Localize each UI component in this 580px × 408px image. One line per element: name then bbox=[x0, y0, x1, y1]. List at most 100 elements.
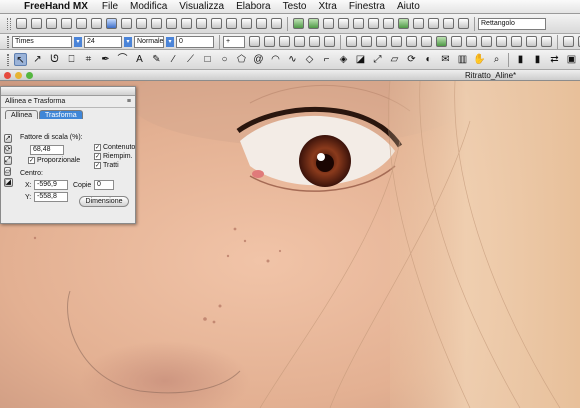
zoom-window-icon[interactable] bbox=[26, 71, 33, 79]
rotate-mode-icon[interactable]: ⟳ bbox=[4, 145, 12, 154]
connector-tool-icon[interactable]: ⌐ bbox=[320, 53, 333, 66]
menu-testo[interactable]: Testo bbox=[277, 1, 313, 12]
text-tool-icon[interactable]: A bbox=[133, 53, 146, 66]
menu-elabora[interactable]: Elabora bbox=[230, 1, 276, 12]
blend-tool-icon[interactable]: ◐ bbox=[422, 53, 435, 66]
align-icon[interactable] bbox=[383, 18, 394, 29]
print-icon[interactable] bbox=[91, 18, 102, 29]
toolbar-grip[interactable] bbox=[7, 53, 9, 66]
save-icon[interactable] bbox=[46, 18, 57, 29]
export-icon[interactable] bbox=[76, 18, 87, 29]
font-size-field[interactable]: 24 bbox=[84, 35, 122, 48]
text-wrap-icon[interactable] bbox=[346, 36, 357, 47]
subselect-tool-icon[interactable]: ↗ bbox=[31, 53, 44, 66]
crop-tool-icon[interactable]: ⌗ bbox=[82, 53, 95, 66]
combine-icon[interactable] bbox=[421, 36, 432, 47]
inset-path-icon[interactable] bbox=[406, 36, 417, 47]
tracking-field[interactable]: 0 bbox=[176, 35, 214, 48]
polygon-tool-icon[interactable]: ⬠ bbox=[235, 53, 248, 66]
library-icon[interactable] bbox=[458, 18, 469, 29]
import-icon[interactable] bbox=[61, 18, 72, 29]
proportional-checkbox[interactable]: ✓ Proporzionale bbox=[28, 157, 80, 164]
line-tool-icon[interactable]: ∕ bbox=[167, 53, 180, 66]
font-name-dropdown-icon[interactable]: ▾ bbox=[74, 36, 82, 47]
ungroup-icon[interactable] bbox=[211, 18, 222, 29]
panel-drag-bar[interactable] bbox=[1, 87, 135, 96]
flow-path-icon[interactable] bbox=[376, 36, 387, 47]
first-page-icon[interactable] bbox=[563, 36, 574, 47]
reflect-mode-icon[interactable]: ◪ bbox=[4, 178, 13, 187]
ellipse-tool-icon[interactable]: ○ bbox=[218, 53, 231, 66]
pencil-tool-icon[interactable]: ✎ bbox=[150, 53, 163, 66]
default-colors-icon[interactable]: ▣ bbox=[565, 53, 578, 66]
transform-icon[interactable] bbox=[368, 18, 379, 29]
menu-aiuto[interactable]: Aiuto bbox=[391, 1, 426, 12]
copies-input[interactable]: 0 bbox=[94, 180, 114, 190]
scale-tool-icon[interactable]: ⤢ bbox=[371, 53, 384, 66]
group-icon[interactable] bbox=[196, 18, 207, 29]
graphic-hose-icon[interactable] bbox=[481, 36, 492, 47]
rotate-tool-icon[interactable]: ⟳ bbox=[405, 53, 418, 66]
envelope-tool-icon[interactable]: ✉ bbox=[439, 53, 452, 66]
font-style-field[interactable]: Normale bbox=[134, 35, 164, 48]
tab-trasforma[interactable]: Trasforma bbox=[39, 110, 83, 119]
menu-xtra[interactable]: Xtra bbox=[313, 1, 343, 12]
convert-outline-icon[interactable] bbox=[391, 36, 402, 47]
freeform-tool-icon[interactable]: ∿ bbox=[286, 53, 299, 66]
copy-icon[interactable] bbox=[136, 18, 147, 29]
font-style-dropdown-icon[interactable]: ▾ bbox=[166, 36, 174, 47]
content-checkbox[interactable]: ✓ Contenuto bbox=[94, 144, 135, 151]
lasso-tool-icon[interactable]: ᘎ bbox=[48, 53, 61, 66]
y-input[interactable]: -558,8 bbox=[34, 192, 68, 202]
pie-icon[interactable] bbox=[308, 18, 319, 29]
scale-input[interactable]: 68,48 bbox=[30, 145, 64, 155]
perspective-tool-icon[interactable]: ▥ bbox=[456, 53, 469, 66]
skew-mode-icon[interactable]: ▱ bbox=[4, 167, 12, 176]
lock-icon[interactable] bbox=[226, 18, 237, 29]
scale-mode-icon[interactable]: ⤢ bbox=[4, 156, 12, 165]
bezigon-tool-icon[interactable]: ⌒ bbox=[116, 53, 129, 66]
tab-allinea[interactable]: Allinea bbox=[5, 110, 39, 119]
fill-color-icon[interactable]: ▮ bbox=[531, 53, 544, 66]
skew-tool-icon[interactable]: ▱ bbox=[388, 53, 401, 66]
align-right-icon[interactable] bbox=[279, 36, 290, 47]
dimension-button[interactable]: Dimensione bbox=[79, 196, 129, 207]
page-tool-icon[interactable]: ⎕ bbox=[65, 53, 78, 66]
app-menu[interactable]: FreeHand MX bbox=[20, 1, 96, 12]
minimize-window-icon[interactable] bbox=[15, 71, 22, 79]
smudge-icon[interactable] bbox=[541, 36, 552, 47]
fill-checkbox[interactable]: ✓ Riempim. bbox=[94, 153, 133, 160]
unlock-icon[interactable] bbox=[241, 18, 252, 29]
panel-menu-icon[interactable]: ≡ bbox=[127, 98, 131, 105]
move-mode-icon[interactable]: ↗ bbox=[4, 134, 12, 143]
font-name-field[interactable]: Times bbox=[12, 35, 72, 48]
new-document-icon[interactable] bbox=[16, 18, 27, 29]
arc-tool-icon[interactable]: ◠ bbox=[269, 53, 282, 66]
paste-icon[interactable] bbox=[151, 18, 162, 29]
kerning-stepper[interactable]: + bbox=[223, 35, 245, 48]
perspective-icon[interactable] bbox=[353, 18, 364, 29]
eraser-tool-icon[interactable]: ◇ bbox=[303, 53, 316, 66]
envelope-icon[interactable] bbox=[338, 18, 349, 29]
swap-colors-icon[interactable]: ⇄ bbox=[548, 53, 561, 66]
bring-front-icon[interactable] bbox=[256, 18, 267, 29]
find-icon[interactable] bbox=[106, 18, 117, 29]
font-size-dropdown-icon[interactable]: ▾ bbox=[124, 36, 132, 47]
menu-finestra[interactable]: Finestra bbox=[343, 1, 391, 12]
symbol-icon[interactable] bbox=[413, 18, 424, 29]
x-input[interactable]: -596,9 bbox=[34, 180, 68, 190]
attach-text-icon[interactable] bbox=[361, 36, 372, 47]
bold-icon[interactable] bbox=[309, 36, 320, 47]
open-icon[interactable] bbox=[31, 18, 42, 29]
chart-icon[interactable] bbox=[293, 18, 304, 29]
roughen-icon[interactable] bbox=[511, 36, 522, 47]
menu-visualizza[interactable]: Visualizza bbox=[173, 1, 230, 12]
close-window-icon[interactable] bbox=[4, 71, 11, 79]
fractalize-icon[interactable] bbox=[496, 36, 507, 47]
layer-icon[interactable] bbox=[398, 18, 409, 29]
style-icon[interactable] bbox=[428, 18, 439, 29]
spiral-tool-icon[interactable]: @ bbox=[252, 53, 265, 66]
toolbar-grip[interactable] bbox=[7, 35, 9, 48]
blend-icon[interactable] bbox=[323, 18, 334, 29]
cut-icon[interactable] bbox=[121, 18, 132, 29]
